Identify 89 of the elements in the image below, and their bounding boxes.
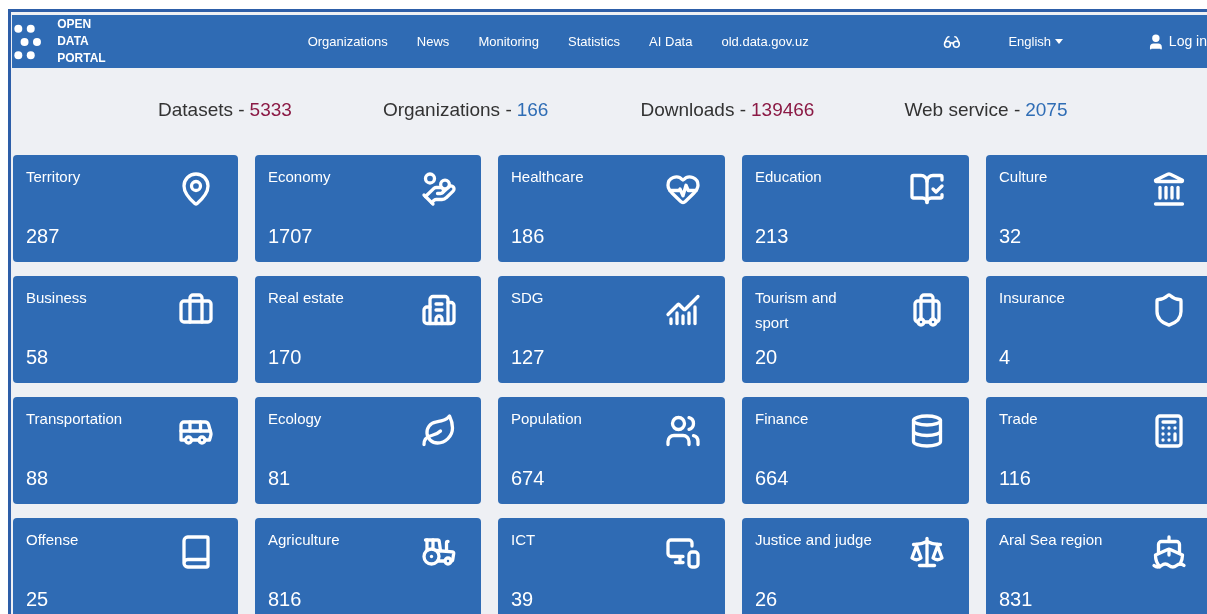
caret-icon	[1055, 39, 1064, 44]
category-card[interactable]: Culture 32	[986, 155, 1207, 262]
category-count: 20	[755, 345, 778, 370]
nav-link[interactable]: News	[416, 31, 450, 52]
category-count: 816	[268, 587, 302, 612]
category-count: 1707	[268, 224, 313, 249]
category-card[interactable]: Offense 25	[13, 518, 238, 614]
nav-link[interactable]: Monitoring	[478, 31, 540, 52]
category-count: 26	[755, 587, 778, 612]
stat-label: Web service -	[904, 99, 1021, 121]
category-card[interactable]: Economy 1707	[255, 155, 481, 262]
category-count: 25	[26, 587, 49, 612]
category-title: Tourism and sport	[755, 289, 837, 331]
nav-link[interactable]: Statistics	[568, 31, 621, 52]
stat-label: Organizations -	[382, 99, 512, 121]
category-card[interactable]: Territory 287	[13, 155, 238, 262]
category-count: 831	[999, 587, 1033, 612]
category-title: Agriculture	[268, 531, 340, 548]
category-title: Trade	[999, 410, 1038, 427]
nav-link[interactable]: AI Data	[649, 31, 693, 52]
leaf-icon	[421, 413, 457, 449]
stat-value: 2075	[1025, 99, 1068, 121]
category-card[interactable]: Agriculture 816	[255, 518, 481, 614]
category-title: Ecology	[268, 410, 322, 427]
buildings-icon	[421, 292, 457, 328]
category-card[interactable]: Insurance 4	[986, 276, 1207, 383]
category-card[interactable]: SDG 127	[498, 276, 725, 383]
category-card[interactable]: Trade 116	[986, 397, 1207, 504]
category-title: Education	[755, 168, 822, 185]
category-title: Offense	[26, 531, 79, 548]
category-count: 674	[511, 466, 545, 491]
category-title: Territory	[26, 168, 81, 185]
category-title: Aral Sea region	[999, 531, 1103, 548]
growth-chart-icon	[665, 292, 701, 328]
category-card[interactable]: Finance 664	[742, 397, 969, 504]
category-count: 32	[999, 224, 1022, 249]
category-title: ICT	[511, 531, 536, 548]
category-count: 81	[268, 466, 291, 491]
category-title: Healthcare	[511, 168, 584, 185]
language-dropdown[interactable]: English	[1008, 31, 1064, 52]
stat-label: Downloads -	[640, 99, 747, 121]
stat-value: 166	[516, 99, 549, 121]
login-link[interactable]: Log in	[1168, 31, 1207, 52]
scales-icon	[909, 534, 945, 570]
category-count: 58	[26, 345, 49, 370]
category-count: 287	[26, 224, 60, 249]
nav-link[interactable]: Organizations	[307, 31, 388, 52]
category-card[interactable]: Education 213	[742, 155, 969, 262]
category-card[interactable]: Population 674	[498, 397, 725, 504]
category-card[interactable]: Business 58	[13, 276, 238, 383]
category-count: 186	[511, 224, 545, 249]
nav-link[interactable]: old.data.gov.uz	[721, 31, 809, 52]
category-title: SDG	[511, 289, 544, 306]
logo-text: PORTAL	[57, 50, 106, 67]
category-card[interactable]: Transportation 88	[13, 397, 238, 504]
category-card[interactable]: Justice and judge 26	[742, 518, 969, 614]
category-count: 170	[268, 345, 302, 370]
category-card[interactable]: ICT 39	[498, 518, 725, 614]
ship-icon	[1151, 534, 1187, 570]
category-card[interactable]: Real estate 170	[255, 276, 481, 383]
category-title: Transportation	[26, 410, 123, 427]
category-count: 116	[999, 466, 1031, 491]
category-title: Insurance	[999, 289, 1065, 306]
category-count: 4	[999, 345, 1011, 370]
stat-value: 139466	[751, 99, 815, 121]
category-card[interactable]: Healthcare 186	[498, 155, 725, 262]
category-title: Business	[26, 289, 87, 306]
landmark-icon	[1151, 171, 1187, 207]
stat-label: Datasets -	[158, 99, 245, 121]
hand-coins-icon	[421, 171, 457, 207]
people-icon	[665, 413, 701, 449]
category-card[interactable]: Ecology 81	[255, 397, 481, 504]
category-title: Finance	[755, 410, 809, 427]
book-icon	[909, 171, 945, 207]
category-count: 39	[511, 587, 534, 612]
category-title: Culture	[999, 168, 1048, 185]
category-count: 213	[755, 224, 789, 249]
category-title: Population	[511, 410, 582, 427]
stat-value: 5333	[249, 99, 292, 121]
logo-text: OPEN	[57, 16, 93, 33]
category-title: Justice and judge	[755, 531, 872, 548]
category-count: 664	[755, 466, 789, 491]
logo-text: DATA	[57, 33, 90, 50]
category-title: Economy	[268, 168, 331, 185]
category-count: 88	[26, 466, 49, 491]
category-card[interactable]: Tourism and sport 20	[742, 276, 969, 383]
category-count: 127	[511, 345, 545, 370]
category-title: Real estate	[268, 289, 344, 306]
category-card[interactable]: Aral Sea region 831	[986, 518, 1207, 614]
